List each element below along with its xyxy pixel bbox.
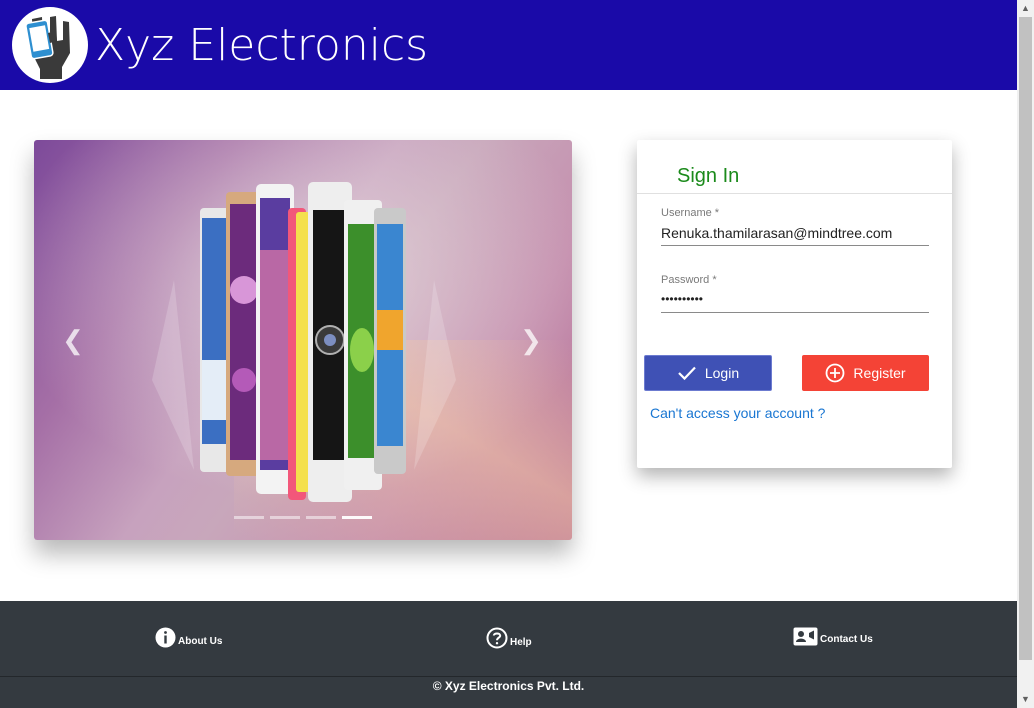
register-button[interactable]: Register [802, 355, 929, 391]
username-underline [661, 245, 929, 246]
checkmark-icon [678, 366, 696, 381]
carousel-indicator-3[interactable] [306, 516, 336, 519]
copyright-text: © Xyz Electronics Pvt. Ltd. [432, 679, 585, 693]
carousel-indicator-1[interactable] [234, 516, 264, 519]
carousel-prev-button[interactable]: ❮ [58, 325, 88, 355]
footer-help-link[interactable]: Help [486, 627, 532, 649]
footer: About Us Help Contact Us © Xyz Electroni… [0, 601, 1017, 708]
chevron-right-icon: ❯ [520, 325, 542, 355]
plus-circle-icon [826, 363, 845, 383]
forgot-account-link[interactable]: Can't access your account ? [650, 405, 825, 421]
hand-holding-phone-icon [25, 16, 70, 79]
question-circle-icon [486, 627, 508, 649]
footer-divider [0, 676, 1017, 677]
carousel-next-button[interactable]: ❯ [516, 325, 546, 355]
scroll-down-arrow-icon[interactable]: ▼ [1017, 691, 1034, 708]
signin-title: Sign In [677, 165, 740, 187]
carousel-indicator-4[interactable] [342, 516, 372, 519]
scroll-up-arrow-icon[interactable]: ▲ [1017, 0, 1034, 17]
page-scrollbar[interactable]: ▲ ▼ [1017, 0, 1034, 708]
password-label: Password * [661, 274, 717, 286]
login-label: Login [704, 365, 740, 381]
footer-about-link[interactable]: About Us [155, 627, 222, 648]
info-icon [155, 627, 176, 648]
footer-contact-label: Contact Us [820, 634, 873, 645]
footer-help-label: Help [510, 637, 532, 648]
password-field[interactable]: •••••••••• [661, 292, 929, 306]
register-label: Register [853, 365, 906, 381]
header-bar: Xyz Electronics [0, 0, 1017, 90]
carousel-slide-image [34, 140, 572, 540]
login-button[interactable]: Login [644, 355, 772, 391]
footer-about-label: About Us [178, 636, 223, 647]
product-carousel[interactable] [34, 140, 572, 540]
chevron-left-icon: ❮ [62, 325, 84, 355]
logo[interactable] [12, 7, 88, 83]
brand-title: Xyz Electronics [95, 20, 429, 71]
carousel-indicator-2[interactable] [270, 516, 300, 519]
scrollbar-thumb[interactable] [1019, 17, 1032, 660]
username-label: Username * [661, 207, 720, 219]
signin-card: Sign In Username * Renuka.thamilarasan@m… [637, 140, 952, 468]
password-underline [661, 312, 929, 313]
contact-card-icon [793, 627, 818, 646]
footer-contact-link[interactable]: Contact Us [793, 627, 873, 646]
username-field[interactable]: Renuka.thamilarasan@mindtree.com [661, 225, 929, 241]
signin-divider [637, 193, 952, 194]
